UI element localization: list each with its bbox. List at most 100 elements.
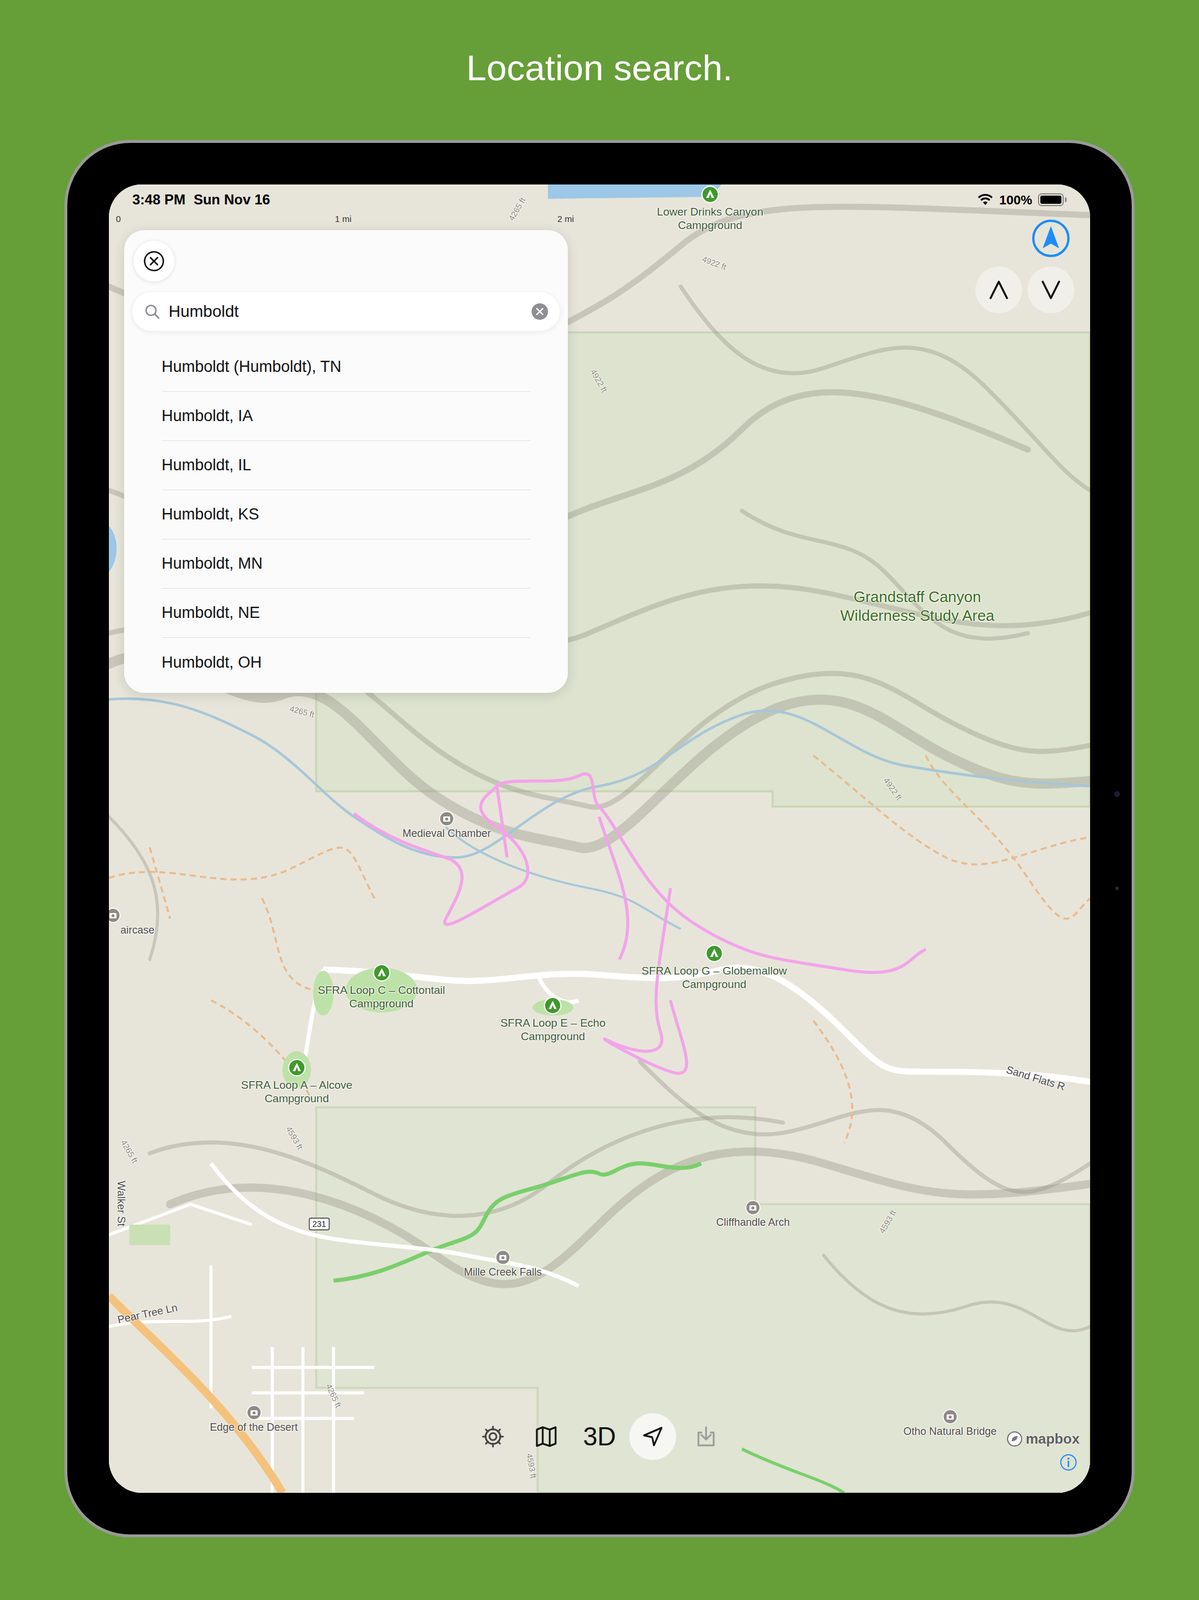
campground-icon: [700, 185, 720, 204]
clear-button[interactable]: [531, 303, 548, 320]
camera-icon: [942, 1408, 958, 1424]
camera-icon: [246, 1404, 262, 1420]
result-row[interactable]: Humboldt, KS: [161, 490, 531, 540]
campground-marker[interactable]: SFRA Loop G – Globemallow Campground: [629, 943, 800, 991]
results-list: Humboldt (Humboldt), TNHumboldt, IAHumbo…: [124, 342, 568, 687]
date: Sun Nov 16: [193, 189, 271, 211]
location-arrow-icon: [641, 1424, 665, 1448]
elevation-label: 4593 ft: [877, 1208, 899, 1235]
3d-button[interactable]: 3D: [576, 1412, 623, 1460]
result-row[interactable]: Humboldt, IA: [161, 391, 531, 441]
result-row[interactable]: Humboldt, MN: [161, 539, 531, 589]
campground-label: SFRA Loop E – Echo Campground: [488, 1015, 618, 1043]
search-field[interactable]: Humboldt: [132, 292, 560, 331]
poi-marker[interactable]: [246, 1404, 262, 1420]
search-query[interactable]: Humboldt: [168, 299, 524, 324]
battery-icon: [1038, 193, 1067, 207]
campground-marker[interactable]: SFRA Loop E – Echo Campground: [488, 995, 618, 1043]
download-button[interactable]: [682, 1412, 730, 1460]
elevation-label: 4922 ft: [588, 367, 609, 394]
sensor-icon: [1115, 886, 1119, 890]
clear-icon: [535, 307, 544, 316]
map-style-button[interactable]: [522, 1412, 570, 1460]
poi-label: Otho Natural Bridge: [874, 1424, 1027, 1438]
scale-tick: 2 mi: [557, 213, 574, 225]
result-row[interactable]: Humboldt (Humboldt), TN: [161, 342, 531, 392]
elevation-label: 4265 ft: [506, 195, 528, 222]
status-bar: 3:48 PM Sun Nov 16 100%: [108, 184, 1091, 215]
campground-icon: [704, 943, 724, 963]
locate-button[interactable]: [629, 1412, 677, 1460]
map-icon: [533, 1423, 559, 1449]
scale-tick: 0: [115, 213, 121, 225]
navigation-arrow-icon: [1031, 218, 1071, 258]
campground-label: Lower Drinks Canyon Campground: [639, 204, 781, 232]
battery-track: [1038, 193, 1064, 207]
campground-icon: [287, 1057, 307, 1077]
poi-marker[interactable]: [108, 907, 121, 923]
elevation-label: 4593 ft: [284, 1124, 306, 1151]
chevron-down-icon: [1038, 276, 1064, 303]
close-button[interactable]: [133, 240, 175, 282]
elevation-label: 4265 ft: [288, 703, 316, 719]
mapbox-icon: [1006, 1430, 1023, 1447]
tracking-button[interactable]: [1031, 218, 1071, 258]
campground-label: SFRA Loop A – Alcove Campground: [226, 1077, 368, 1105]
tilt-controls: [975, 266, 1075, 314]
settings-button[interactable]: [469, 1412, 517, 1460]
close-icon: [142, 249, 166, 273]
campground-marker[interactable]: SFRA Loop A – Alcove Campground: [226, 1057, 368, 1105]
tablet-frame: Lower Drinks Canyon Campground Grandstaff…: [64, 139, 1135, 1537]
camera-icon: [495, 1249, 511, 1265]
campground-marker[interactable]: SFRA Loop C – Cottontail Campground: [299, 963, 464, 1010]
poi-marker[interactable]: [495, 1249, 511, 1265]
result-row[interactable]: Humboldt, IL: [161, 440, 531, 491]
battery-fill: [1040, 195, 1062, 204]
scale-tick: 1 mi: [334, 213, 352, 225]
camera-icon: [1114, 790, 1120, 797]
campground-marker[interactable]: Lower Drinks Canyon Campground: [639, 185, 781, 232]
result-row[interactable]: Humboldt, NE: [161, 588, 531, 638]
poi-label: Cliffhandle Arch: [676, 1215, 829, 1229]
poi-label: Mille Creek Falls: [426, 1265, 580, 1279]
road-label: Walker St: [115, 1180, 128, 1226]
camera-icon: [108, 907, 121, 923]
mapbox-logo[interactable]: mapbox: [1006, 1427, 1080, 1449]
elevation-label: 4922 ft: [881, 775, 904, 802]
poi-label: aircase: [111, 923, 164, 937]
campground-label: SFRA Loop C – Cottontail Campground: [299, 982, 464, 1010]
3d-label: 3D: [583, 1423, 616, 1449]
poi-marker[interactable]: [942, 1408, 958, 1424]
camera-icon: [745, 1199, 761, 1215]
gear-icon: [480, 1423, 506, 1449]
route-shield: 231: [308, 1217, 330, 1231]
area-label: Grandstaff Canyon Wilderness Study Area: [829, 587, 1006, 625]
tilt-up-button[interactable]: [975, 266, 1023, 314]
poi-marker[interactable]: [439, 810, 455, 827]
wifi-icon: [977, 193, 994, 206]
poi-marker[interactable]: [745, 1199, 761, 1215]
caption: Location search.: [466, 0, 733, 89]
campground-label: SFRA Loop G – Globemallow Campground: [629, 963, 800, 991]
search-icon: [144, 303, 161, 320]
page: Location search.: [0, 0, 1199, 1600]
info-icon: [1059, 1452, 1078, 1472]
campground-icon: [543, 995, 563, 1015]
battery-percent: 100%: [999, 190, 1033, 210]
campground-icon: [372, 963, 392, 982]
poi-label: Medieval Chamber: [370, 826, 523, 840]
mapbox-wordmark: mapbox: [1025, 1427, 1080, 1449]
road-label: Sand Flats R: [1004, 1063, 1067, 1093]
info-button[interactable]: [1059, 1452, 1078, 1472]
search-panel: Humboldt Humboldt (Humboldt), TNHumboldt…: [124, 230, 568, 693]
clock: 3:48 PM: [132, 189, 186, 211]
tilt-down-button[interactable]: [1027, 266, 1075, 314]
camera-icon: [439, 810, 455, 827]
screen: Lower Drinks Canyon Campground Grandstaff…: [108, 184, 1091, 1493]
elevation-label: 4265 ft: [118, 1138, 140, 1165]
elevation-label: 4593 ft: [524, 1452, 539, 1479]
poi-label: Edge of the Desert: [177, 1420, 331, 1434]
download-icon: [693, 1423, 719, 1449]
result-row[interactable]: Humboldt, OH: [161, 637, 531, 687]
toolbar: 3D: [108, 1412, 1091, 1460]
